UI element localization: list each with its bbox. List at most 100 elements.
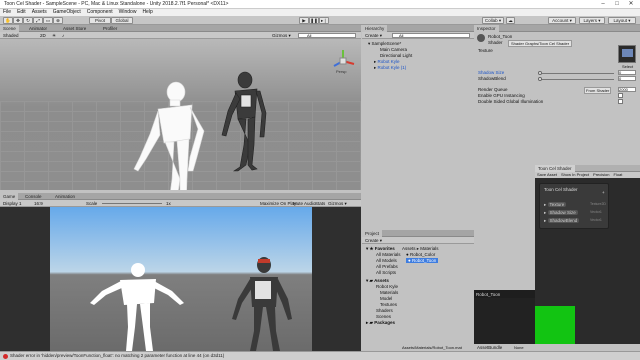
game-viewport[interactable] (0, 207, 361, 351)
folder-shaders[interactable]: Shaders (376, 308, 393, 313)
shader-dropdown[interactable]: Shader Graphs/Toon Cel Shader (508, 40, 573, 47)
folder-robot-kyle[interactable]: Robot Kyle (376, 284, 398, 289)
minimize-button[interactable]: – (596, 0, 610, 9)
shadow-blend-slider[interactable] (538, 77, 614, 81)
rotate-tool-icon[interactable]: ↻ (23, 17, 33, 24)
tab-inspector[interactable]: Inspector (474, 25, 499, 32)
transform-tool-icon[interactable]: ⊕ (53, 17, 63, 24)
rect-tool-icon[interactable]: ▭ (43, 17, 53, 24)
close-button[interactable]: ✕ (624, 0, 638, 9)
shadow-blend-value[interactable]: 0 (618, 76, 636, 81)
scale-value: 1x (166, 201, 171, 206)
folder-textures[interactable]: Textures (380, 302, 397, 307)
shadow-size-slider[interactable] (538, 71, 614, 75)
step-icon[interactable]: ▸❘ (319, 17, 329, 24)
shadow-size-value[interactable]: 0 (618, 70, 636, 75)
global-toggle[interactable]: Global (111, 17, 133, 24)
scene-viewport[interactable]: Persp (0, 39, 361, 190)
tab-asset-store[interactable]: Asset Store (60, 25, 89, 32)
hand-tool-icon[interactable]: ✋ (3, 17, 13, 24)
status-bar[interactable]: Shader error in 'hidden/preview/ToonFunc… (0, 351, 640, 360)
texture-slot[interactable] (618, 45, 636, 63)
account-dropdown[interactable]: Account ▾ (548, 17, 576, 24)
status-message[interactable]: Shader error in 'hidden/preview/ToonFunc… (10, 353, 224, 358)
display-dropdown[interactable]: Display 1 (3, 201, 22, 206)
tab-animation[interactable]: Animation (52, 193, 78, 200)
tab-animator[interactable]: Animator (26, 25, 50, 32)
maximize-button[interactable]: □ (610, 0, 624, 9)
hierarchy-item-robot-kyle-1[interactable]: ▸ Robot Kyle (1) (374, 65, 406, 71)
menu-bar: File Edit Assets GameObject Component Wi… (0, 9, 640, 16)
blackboard-node[interactable]: Toon Cel Shader + ▸ Texture Texture2D ▸ … (539, 183, 609, 229)
layers-dropdown[interactable]: Layers ▾ (579, 17, 605, 24)
hierarchy-search-input[interactable]: All (392, 33, 470, 38)
menu-assets[interactable]: Assets (32, 9, 47, 16)
double-sided-gi-checkbox[interactable] (618, 99, 623, 104)
game-controls: Display 1 16:9 Scale 1x Maximize On Play… (0, 200, 361, 207)
audio-toggle-icon[interactable]: ♪ (62, 33, 64, 38)
file-robot-toon[interactable]: ● Robot_Toon (406, 258, 439, 263)
play-icon[interactable]: ▶ (299, 17, 309, 24)
menu-edit[interactable]: Edit (17, 9, 26, 16)
gpu-instancing-checkbox[interactable] (618, 93, 623, 98)
save-asset-button[interactable]: Save Asset (537, 172, 557, 178)
shading-dropdown[interactable]: Shaded (3, 33, 19, 38)
fav-all-models[interactable]: All Models (376, 258, 397, 263)
scene-search-input[interactable]: All (298, 33, 356, 38)
show-in-project-button[interactable]: Show In Project (561, 172, 589, 178)
fav-all-prefabs[interactable]: All Prefabs (376, 264, 398, 269)
hierarchy-item-main-camera[interactable]: Main Camera (380, 47, 407, 52)
fav-all-materials[interactable]: All Materials (376, 252, 401, 257)
stats-toggle[interactable]: Stats (315, 201, 325, 206)
pause-icon[interactable]: ❚❚ (309, 17, 319, 24)
texture-select-button[interactable]: Select (622, 64, 633, 69)
property-shadow-size[interactable]: ▸ Shadow Size (544, 210, 578, 216)
precision-dropdown[interactable]: Float (613, 172, 622, 178)
pivot-toggle[interactable]: Pivot (89, 17, 111, 24)
maximize-on-play-toggle[interactable]: Maximize On Play (260, 201, 296, 206)
persp-label[interactable]: Persp (336, 69, 346, 74)
tab-scene[interactable]: Scene (0, 25, 19, 32)
menu-gameobject[interactable]: GameObject (53, 9, 81, 16)
move-tool-icon[interactable]: ✥ (13, 17, 23, 24)
fav-all-scripts[interactable]: All Scripts (376, 270, 396, 275)
tab-hierarchy[interactable]: Hierarchy (362, 25, 388, 32)
tab-shader-graph[interactable]: Toon Cel Shader (535, 165, 575, 172)
packages-folder[interactable]: ▸ ▰ Packages (366, 320, 395, 326)
scale-label: Scale (86, 201, 98, 206)
render-queue-value[interactable]: 2000 (618, 87, 636, 92)
folder-model[interactable]: Model (380, 296, 392, 301)
tab-project[interactable]: Project (362, 230, 383, 237)
assetbundle-bar: AssetBundle None (474, 344, 640, 351)
property-shadow-size-type: Vector1 (590, 210, 602, 214)
mode-2d-toggle[interactable]: 2D (40, 33, 46, 38)
assetbundle-label: AssetBundle (477, 345, 503, 350)
tab-profiler[interactable]: Profiler (100, 25, 120, 32)
tab-console[interactable]: Console (22, 193, 45, 200)
folder-materials[interactable]: Materials (380, 290, 398, 295)
file-robot-color[interactable]: ● Robot_Color (406, 252, 435, 257)
project-create-button[interactable]: Create ▾ (365, 238, 382, 244)
tab-game[interactable]: Game (0, 193, 19, 200)
blackboard-add-button[interactable]: + (602, 190, 605, 195)
property-texture[interactable]: ▸ Texture (544, 202, 567, 208)
folder-scenes[interactable]: Scenes (376, 314, 391, 319)
layout-dropdown[interactable]: Layout ▾ (608, 17, 636, 24)
menu-file[interactable]: File (3, 9, 11, 16)
hierarchy-item-light[interactable]: Directional Light (380, 53, 412, 58)
scale-slider[interactable] (102, 203, 162, 204)
scale-tool-icon[interactable]: ⤢ (33, 17, 43, 24)
menu-component[interactable]: Component (87, 9, 113, 16)
render-queue-dropdown[interactable]: From Shader (584, 87, 612, 94)
assetbundle-dropdown[interactable]: None (514, 345, 524, 350)
mute-audio-toggle[interactable]: Mute Audio (293, 201, 316, 206)
hierarchy-create-button[interactable]: Create ▾ (365, 33, 382, 39)
cloud-icon[interactable]: ☁ (506, 17, 515, 24)
material-preview[interactable]: Robot_Toon (474, 290, 535, 351)
collab-button[interactable]: Collab ▾ (482, 17, 504, 24)
aspect-dropdown[interactable]: 16:9 (34, 201, 43, 206)
gpu-instancing-label: Enable GPU Instancing (478, 93, 525, 98)
menu-window[interactable]: Window (119, 9, 137, 16)
property-shadow-blend[interactable]: ▸ ShadowBlend (544, 218, 580, 224)
menu-help[interactable]: Help (142, 9, 152, 16)
